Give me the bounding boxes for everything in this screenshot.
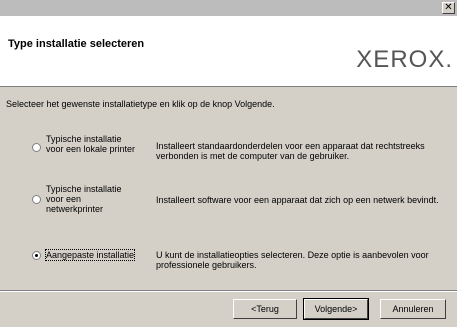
option-desc-typical-network: Installeert software voor een apparaat d… xyxy=(156,195,439,205)
radio-typical-local[interactable] xyxy=(32,143,41,152)
page-title: Type installatie selecteren xyxy=(8,38,145,50)
option-label-typical-local[interactable]: Typische installatie voor een lokale pri… xyxy=(46,134,135,154)
radio-custom[interactable] xyxy=(32,251,41,260)
option-desc-typical-local: Installeert standaardonderdelen voor een… xyxy=(156,141,425,161)
back-button[interactable]: <Terug xyxy=(233,299,297,319)
option-label-typical-network[interactable]: Typische installatie voor een netwerkpri… xyxy=(46,184,122,214)
xerox-logo: XEROX. xyxy=(356,46,453,73)
close-icon: ✕ xyxy=(444,2,453,13)
instruction-text: Selecteer het gewenste installatietype e… xyxy=(6,99,275,109)
option-label-custom[interactable]: Aangepaste installatie xyxy=(44,249,136,261)
cancel-button[interactable]: Annuleren xyxy=(380,299,446,319)
header-panel: Type installatie selecteren XEROX. xyxy=(0,16,457,87)
next-button[interactable]: Volgende> xyxy=(303,298,369,320)
close-button[interactable]: ✕ xyxy=(442,2,455,14)
title-bar: ✕ xyxy=(0,0,457,16)
radio-typical-network[interactable] xyxy=(32,195,41,204)
footer-divider xyxy=(0,290,457,292)
option-desc-custom: U kunt de installatieopties selecteren. … xyxy=(156,250,429,270)
